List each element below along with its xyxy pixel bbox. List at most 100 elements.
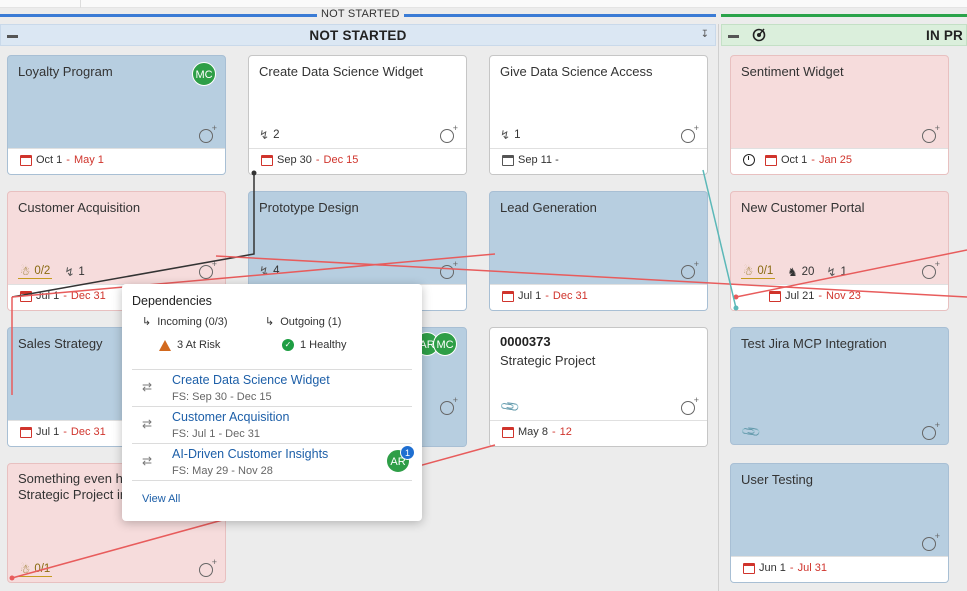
card-title: Customer Acquisition — [18, 200, 141, 215]
reaction-icon[interactable] — [681, 259, 699, 279]
attachment-icon[interactable]: 📎 — [740, 421, 763, 444]
reaction-icon[interactable] — [922, 123, 940, 143]
clock-icon — [743, 154, 755, 166]
outgoing-tab[interactable]: ↳ Outgoing (1) — [265, 315, 341, 329]
card-meta: ↯ 4 — [259, 264, 280, 278]
card-title: User Testing — [741, 472, 814, 487]
card-sentiment-widget[interactable]: Sentiment Widget Oct 1-Jan 25 — [730, 55, 949, 175]
dependency-icon: ↯ — [259, 264, 270, 278]
reaction-icon[interactable] — [199, 259, 217, 279]
avatar[interactable]: MC — [192, 62, 216, 86]
card-meta: ☃ 0/1 — [18, 563, 53, 577]
card-footer: Jul 21- Nov 23 — [731, 284, 948, 310]
calendar-icon — [261, 154, 273, 166]
hierarchy-warning-icon: ☃ — [20, 564, 31, 576]
target-icon — [752, 28, 766, 42]
reaction-icon[interactable] — [922, 259, 940, 279]
avatar[interactable]: MC — [433, 332, 457, 356]
dependency-item[interactable]: ⇄ AI-Driven Customer Insights FS: May 29… — [132, 444, 415, 481]
calendar-icon — [769, 290, 781, 302]
reaction-icon[interactable] — [922, 420, 940, 440]
reaction-icon[interactable] — [681, 123, 699, 143]
hierarchy-warning-icon: ☃ — [20, 266, 31, 278]
dependency-type-icon: ⇄ — [142, 380, 153, 394]
dependency-type-icon: ⇄ — [142, 454, 153, 468]
dependency-name[interactable]: AI-Driven Customer Insights — [172, 447, 328, 461]
date-range: Jul 1- Dec 31 — [502, 290, 588, 302]
calendar-icon — [20, 154, 32, 166]
pin-icon[interactable]: ↧ — [701, 29, 709, 40]
dependencies-popover: Dependencies ↳ Incoming (0/3) ↳ Outgoing (… — [122, 284, 422, 521]
card-test-jira-mcp-integration[interactable]: Test Jira MCP Integration 📎 — [730, 327, 949, 445]
card-footer: Jun 1- Jul 31 — [731, 556, 948, 582]
popover-title: Dependencies — [132, 294, 212, 308]
card-title: Give Data Science Access — [500, 64, 653, 79]
date-range: Sep 30- Dec 15 — [261, 154, 358, 166]
date-range: Jul 1- Dec 31 — [20, 426, 106, 438]
calendar-icon — [502, 426, 514, 438]
card-loyalty-program[interactable]: Loyalty Program MC Oct 1-May 1 — [7, 55, 226, 175]
card-lead-generation[interactable]: Lead Generation Jul 1-Dec 31 — [489, 191, 708, 311]
card-meta: ↯ 1 — [500, 128, 521, 142]
calendar-icon — [502, 154, 514, 166]
card-footer: May 8-12 — [490, 420, 707, 446]
reaction-icon[interactable] — [199, 557, 217, 577]
view-all-link[interactable]: View All — [142, 493, 180, 505]
card-title: Create Data Science Widget — [259, 64, 424, 79]
dependency-icon: ↯ — [64, 264, 75, 279]
card-title: Strategic Project — [500, 353, 596, 368]
date-range: Sep 11 - — [502, 154, 559, 166]
calendar-icon — [765, 154, 777, 166]
card-create-data-science-widget[interactable]: Create Data Science Widget ↯2 Sep 30-Dec… — [248, 55, 467, 175]
card-strategic-project[interactable]: 0000373 Strategic Project 📎 May 8-12 — [489, 327, 708, 447]
dependency-item[interactable]: ⇄ Customer Acquisition FS: Jul 1 - Dec 3… — [132, 407, 412, 444]
at-risk-stat: 3 At Risk — [159, 339, 220, 351]
collapse-icon[interactable] — [728, 35, 739, 38]
card-meta: ↯ 2 — [259, 128, 280, 142]
hierarchy-warning-icon: ☃ — [743, 266, 754, 278]
reaction-icon[interactable] — [440, 395, 458, 415]
dependency-type-icon: ⇄ — [142, 417, 153, 431]
reaction-icon[interactable] — [681, 395, 699, 415]
card-meta: ☃ 0/2 ↯ 1 — [18, 264, 85, 279]
column-header-not-started: NOT STARTED ↧ — [0, 24, 716, 46]
incoming-icon: ↳ — [142, 316, 152, 328]
column-title: IN PR — [926, 28, 964, 43]
calendar-icon — [20, 426, 32, 438]
card-title: Test Jira MCP Integration — [741, 336, 887, 351]
dependency-name[interactable]: Create Data Science Widget — [172, 373, 330, 387]
outgoing-icon: ↳ — [265, 316, 275, 328]
reaction-icon[interactable] — [199, 123, 217, 143]
reaction-icon[interactable] — [440, 123, 458, 143]
date-range: Jun 1- Jul 31 — [743, 562, 827, 574]
date-range: Oct 1- Jan 25 — [743, 154, 852, 166]
date-range: Jul 21- Nov 23 — [769, 290, 861, 302]
card-footer: Oct 1- May 1 — [8, 148, 225, 174]
dependency-name[interactable]: Customer Acquisition — [172, 410, 289, 424]
card-title: New Customer Portal — [741, 200, 865, 215]
effort-icon: ♞ — [787, 266, 798, 279]
notification-badge: 1 — [400, 445, 415, 460]
incoming-tab[interactable]: ↳ Incoming (0/3) — [142, 315, 228, 329]
column-separator — [718, 24, 719, 591]
dependency-dates: FS: Sep 30 - Dec 15 — [172, 391, 272, 403]
card-new-customer-portal[interactable]: New Customer Portal ☃0/1 ♞20 ↯1 Jul 21-N… — [730, 191, 949, 311]
top-strip — [0, 0, 967, 8]
reaction-icon[interactable] — [440, 259, 458, 279]
reaction-icon[interactable] — [922, 531, 940, 551]
card-title: Lead Generation — [500, 200, 597, 215]
column-title: NOT STARTED — [309, 28, 407, 43]
dependency-icon: ↯ — [259, 128, 270, 142]
group-line-in-progress — [721, 14, 967, 17]
card-give-data-science-access[interactable]: Give Data Science Access ↯1 Sep 11 - — [489, 55, 708, 175]
card-user-testing[interactable]: User Testing Jun 1-Jul 31 — [730, 463, 949, 583]
healthy-stat: ✓ 1 Healthy — [282, 339, 346, 351]
calendar-icon — [20, 290, 32, 302]
dependency-icon: ↯ — [500, 128, 511, 142]
card-meta: ☃ 0/1 ♞ 20 ↯ 1 — [741, 264, 847, 279]
card-id: 0000373 — [500, 334, 551, 349]
dependency-item[interactable]: ⇄ Create Data Science Widget FS: Sep 30 … — [132, 370, 412, 407]
calendar-icon — [502, 290, 514, 302]
card-footer: Jul 1- Dec 31 — [490, 284, 707, 310]
attachment-icon[interactable]: 📎 — [499, 396, 522, 419]
